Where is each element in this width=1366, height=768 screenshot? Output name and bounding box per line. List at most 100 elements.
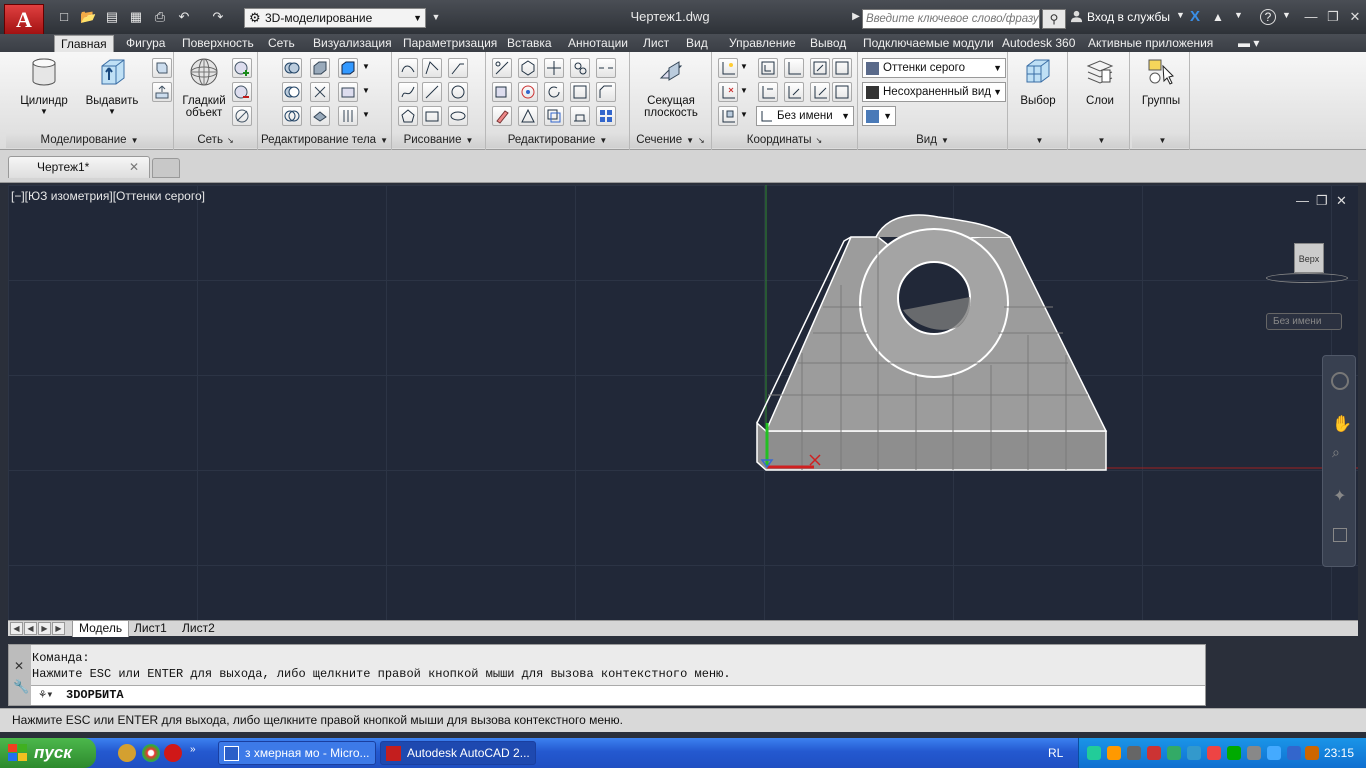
tab-model[interactable]: Модель (72, 621, 130, 637)
panel-coordinates-title[interactable]: Координаты ↘ (712, 132, 857, 148)
tab-sheet1[interactable]: Лист1 (128, 621, 173, 637)
signin-button[interactable]: Вход в службы (1070, 10, 1170, 24)
ucs-menu-button[interactable]: Без имени (1266, 313, 1342, 330)
first-tab-icon[interactable]: ◀ (10, 622, 23, 635)
polygon-button[interactable] (398, 106, 418, 126)
polysolid-button[interactable] (152, 58, 172, 78)
scale-button[interactable] (570, 82, 590, 102)
smooth-object-button[interactable]: Гладкий объект (178, 56, 230, 119)
ribbon-display-toggle[interactable]: ▬ ▾ (1232, 35, 1265, 52)
last-tab-icon[interactable]: ▶ (52, 622, 65, 635)
chevron-down-icon[interactable]: ▼ (740, 110, 748, 119)
tab-visualize[interactable]: Визуализация (307, 35, 398, 52)
tray-app-icon[interactable] (1227, 746, 1241, 760)
ellipse-button[interactable] (448, 106, 468, 126)
smooth-less-button[interactable] (232, 82, 252, 102)
ucs-world-button[interactable] (758, 58, 778, 78)
spline-button[interactable] (398, 82, 418, 102)
panel-selection-title[interactable]: ▼ (1008, 132, 1067, 148)
close-icon[interactable]: ✕ (129, 157, 139, 177)
command-input[interactable]: ⚘▾ 3DОРБИТА (31, 685, 1205, 705)
3drotate-button[interactable] (570, 58, 590, 78)
ucs-button[interactable] (718, 58, 738, 78)
tray-app-icon[interactable] (1247, 746, 1261, 760)
qat-customize-icon[interactable]: ▼ (428, 9, 444, 25)
selection-button[interactable]: Выбор (1012, 56, 1064, 107)
cylinder-button[interactable]: Цилиндр ▼ (14, 56, 74, 116)
tray-app-icon[interactable] (1167, 746, 1181, 760)
viewcube-compass[interactable] (1266, 273, 1348, 283)
tab-featured-apps[interactable]: Активные приложения (1082, 35, 1219, 52)
taskbar-task-word[interactable]: з хмерная мо - Micro... (218, 741, 376, 765)
panel-solid-editing-title[interactable]: Редактирование тела ▼ (258, 132, 391, 148)
helix-button[interactable] (448, 58, 468, 78)
tab-mesh[interactable]: Сеть (262, 35, 301, 52)
workspace-dropdown[interactable]: ⚙ 3D-моделирование ▼ (244, 8, 426, 28)
binoculars-icon[interactable]: ⚲ (1042, 9, 1066, 29)
tab-insert[interactable]: Вставка (501, 35, 558, 52)
ucs-zaxis-button[interactable] (810, 58, 830, 78)
help-icon[interactable]: ? (1260, 9, 1276, 25)
chevron-down-icon[interactable]: ▼ (362, 110, 370, 119)
save-as-icon[interactable]: ▦ (128, 9, 144, 25)
ucs-view-button[interactable] (718, 106, 738, 126)
panel-modeling-title[interactable]: Моделирование ▼ (6, 132, 173, 148)
language-indicator[interactable]: RL (1048, 746, 1063, 760)
panel-modify-title[interactable]: Редактирование ▼ (486, 132, 629, 148)
panel-groups-title[interactable]: ▼ (1132, 132, 1189, 148)
line-button[interactable] (422, 82, 442, 102)
new-icon[interactable]: □ (56, 9, 72, 25)
break-button[interactable] (596, 58, 616, 78)
chevron-down-icon[interactable]: ▼ (1234, 10, 1243, 20)
move-button[interactable] (544, 58, 564, 78)
stretch-button[interactable] (492, 82, 512, 102)
smooth-more-button[interactable] (232, 58, 252, 78)
3darray-button[interactable] (570, 106, 590, 126)
tab-parametric[interactable]: Параметризация (397, 35, 503, 52)
tab-autodesk360[interactable]: Autodesk 360 (996, 35, 1081, 52)
union-button[interactable] (282, 58, 302, 78)
visual-style-dropdown[interactable]: Оттенки серого ▼ (862, 58, 1006, 78)
thicken-button[interactable] (310, 106, 330, 126)
save-icon[interactable]: ▤ (104, 9, 120, 25)
orbit-icon[interactable]: ✦ (1333, 486, 1346, 506)
imprint-button[interactable] (338, 82, 358, 102)
groups-button[interactable]: Группы (1136, 56, 1186, 107)
presspull-button[interactable] (152, 82, 172, 102)
tray-app-icon[interactable] (1207, 746, 1221, 760)
pan-hand-icon[interactable]: ✋ (1332, 414, 1352, 434)
3dmove-button[interactable] (518, 58, 538, 78)
section-plane-button[interactable]: Секущая плоскость (638, 56, 704, 119)
fillet-button[interactable] (492, 58, 512, 78)
extrude-button[interactable]: Выдавить ▼ (82, 56, 142, 116)
tab-home[interactable]: Главная (54, 35, 114, 52)
drawing-viewport[interactable]: [−][ЮЗ изометрия][Оттенки серого] — ❐ ✕ (8, 185, 1358, 620)
chevron-down-icon[interactable]: ▼ (1282, 10, 1291, 20)
chevron-down-icon[interactable]: ▼ (362, 86, 370, 95)
close-icon[interactable]: ✕ (14, 659, 24, 673)
chevron-double-icon[interactable]: » (190, 744, 196, 755)
viewport-config-dropdown[interactable]: ▼ (862, 106, 896, 126)
panel-section-title[interactable]: Сечение ▼ ↘ (630, 132, 711, 148)
layers-button[interactable]: Слои (1074, 56, 1126, 107)
chrome-icon[interactable] (142, 744, 160, 762)
shell-button[interactable] (338, 106, 358, 126)
quicklaunch-app-icon[interactable] (118, 744, 136, 762)
panel-mesh-title[interactable]: Сеть ↘ (174, 132, 257, 148)
tab-plugins[interactable]: Подключаемые модули (857, 35, 1000, 52)
tray-app-icon[interactable] (1187, 746, 1201, 760)
chevron-down-icon[interactable]: ▼ (362, 62, 370, 71)
rect-array-button[interactable] (596, 106, 616, 126)
separate-button[interactable] (338, 58, 358, 78)
next-tab-icon[interactable]: ▶ (38, 622, 51, 635)
redo-icon[interactable]: ↷ (210, 9, 226, 25)
open-icon[interactable]: 📂 (80, 9, 96, 25)
rectangle-button[interactable] (422, 106, 442, 126)
tab-layout[interactable]: Лист (637, 35, 675, 52)
taskbar-task-autocad[interactable]: Autodesk AutoCAD 2... (380, 741, 536, 765)
refine-mesh-button[interactable] (232, 106, 252, 126)
restore-button[interactable]: ❐ (1324, 8, 1342, 26)
application-menu-button[interactable]: A (4, 4, 44, 36)
subtract-button[interactable] (282, 82, 302, 102)
panel-draw-title[interactable]: Рисование ▼ (392, 132, 485, 148)
